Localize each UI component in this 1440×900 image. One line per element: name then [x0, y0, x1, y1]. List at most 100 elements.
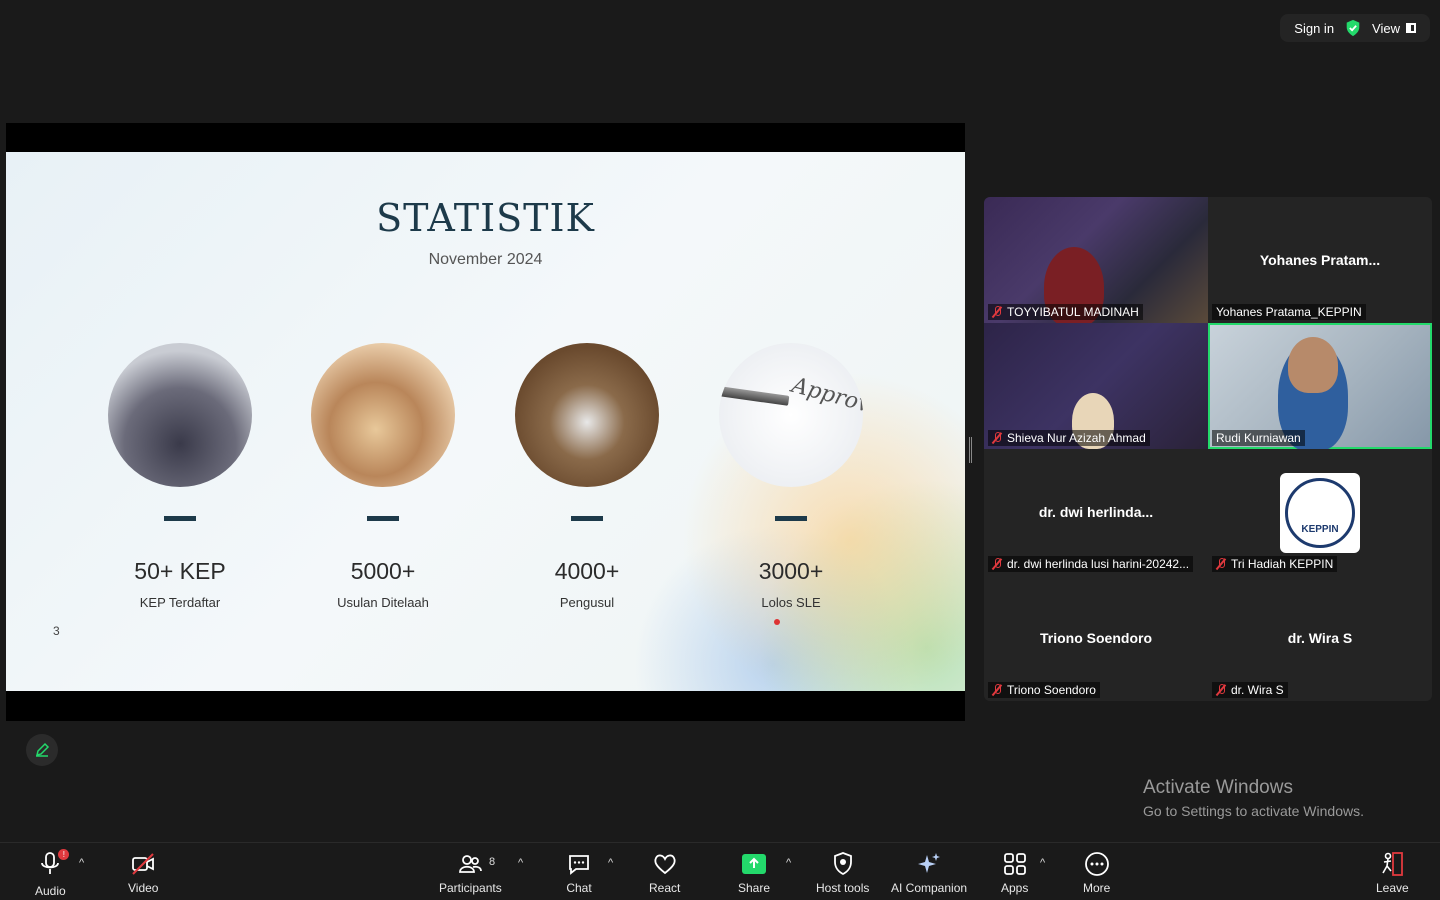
participant-name: TOYYIBATUL MADINAH	[988, 304, 1143, 320]
chat-options-chevron-icon[interactable]: ^	[608, 857, 613, 869]
participant-display-name: Yohanes Pratam...	[1259, 252, 1381, 268]
chat-label: Chat	[566, 881, 592, 895]
host-tools-label: Host tools	[816, 881, 870, 895]
resize-handle[interactable]	[969, 437, 972, 463]
slide-subtitle: November 2024	[428, 251, 543, 268]
participant-display-name: dr. dwi herlinda...	[1038, 504, 1154, 520]
conference-photo	[108, 343, 252, 487]
participant-name: Yohanes Pratama_KEPPIN	[1212, 304, 1366, 320]
react-label: React	[649, 881, 681, 895]
leave-label: Leave	[1376, 881, 1409, 895]
audio-label: Audio	[35, 884, 66, 898]
approve-text: Approv	[789, 373, 863, 418]
mic-muted-icon	[992, 558, 1002, 570]
approve-photo: Approv	[719, 343, 863, 487]
video-tile-active-speaker[interactable]: Rudi Kurniawan	[1208, 323, 1432, 451]
slide-page-number: 3	[53, 624, 60, 638]
participant-count: 8	[489, 856, 496, 868]
stat-label: Pengusul	[559, 595, 615, 610]
chat-button[interactable]: Chat	[566, 851, 592, 895]
participant-display-name: Triono Soendoro	[1040, 630, 1152, 646]
video-tile[interactable]: dr. dwi herlinda... dr. dwi herlinda lus…	[984, 449, 1208, 575]
view-button[interactable]: View	[1372, 21, 1416, 36]
video-button[interactable]: Video	[128, 851, 158, 895]
sign-in-button[interactable]: Sign in	[1294, 21, 1334, 36]
apps-label: Apps	[1001, 881, 1029, 895]
laser-pointer	[774, 619, 780, 625]
slide-title: STATISTIK	[376, 196, 595, 240]
participants-icon	[459, 855, 483, 873]
participants-options-chevron-icon[interactable]: ^	[518, 857, 523, 869]
annotate-button[interactable]	[26, 734, 58, 766]
desk-photo	[515, 343, 659, 487]
shield-check-icon[interactable]	[1344, 19, 1362, 37]
apps-options-chevron-icon[interactable]: ^	[1040, 857, 1045, 869]
participants-button[interactable]: Participants 8	[439, 851, 502, 895]
participant-name: Triono Soendoro	[988, 682, 1100, 698]
participant-name: Rudi Kurniawan	[1212, 430, 1305, 446]
divider	[775, 516, 807, 521]
stat-value: 50+ KEP	[134, 558, 226, 584]
mic-muted-icon	[992, 432, 1002, 444]
video-tile[interactable]: dr. Wira S dr. Wira S	[1208, 575, 1432, 701]
mic-muted-icon	[992, 306, 1002, 318]
participant-name: dr. dwi herlinda lusi harini-20242...	[988, 556, 1194, 572]
sparkle-icon	[918, 853, 941, 873]
more-icon	[1084, 852, 1109, 876]
more-label: More	[1083, 881, 1111, 895]
divider	[571, 516, 603, 521]
stat-value: 3000+	[758, 558, 824, 584]
shared-screen: STATISTIK November 2024 50+ KEP KEP Terd…	[6, 123, 965, 721]
view-layout-icon	[1406, 23, 1416, 33]
share-options-chevron-icon[interactable]: ^	[786, 857, 791, 869]
stat-card: 50+ KEP KEP Terdaftar	[100, 343, 260, 610]
host-tools-shield-icon	[833, 852, 852, 876]
stat-value: 4000+	[554, 558, 620, 584]
participant-face	[1288, 337, 1338, 393]
more-button[interactable]: More	[1083, 851, 1110, 895]
mic-muted-icon	[1216, 558, 1226, 570]
view-label: View	[1372, 20, 1400, 36]
video-tile[interactable]: Shieva Nur Azizah Ahmad	[984, 323, 1208, 449]
audio-button[interactable]: ! Audio	[35, 849, 70, 898]
keppin-logo: KEPPIN	[1280, 473, 1360, 553]
apps-button[interactable]: Apps	[1001, 851, 1028, 895]
host-tools-button[interactable]: Host tools	[816, 851, 869, 895]
stat-label: KEP Terdaftar	[139, 595, 221, 610]
activate-title: Activate Windows	[1143, 777, 1293, 798]
participant-display-name: dr. Wira S	[1287, 630, 1353, 646]
react-button[interactable]: React	[649, 851, 680, 895]
mic-muted-icon	[1216, 684, 1226, 696]
heart-icon	[654, 854, 676, 875]
stat-card: 4000+ Pengusul	[507, 343, 667, 610]
share-button[interactable]: Share	[738, 851, 770, 895]
leave-button[interactable]: Leave	[1376, 851, 1409, 895]
activate-subtitle: Go to Settings to activate Windows.	[1143, 803, 1364, 819]
video-tile[interactable]: Yohanes Pratam... Yohanes Pratama_KEPPIN	[1208, 197, 1432, 323]
video-tile[interactable]: TOYYIBATUL MADINAH	[984, 197, 1208, 327]
divider	[164, 516, 196, 521]
pencil-icon	[35, 742, 50, 757]
divider	[367, 516, 399, 521]
share-screen-icon	[742, 854, 767, 874]
participants-label: Participants	[439, 881, 502, 895]
participant-gallery: TOYYIBATUL MADINAH Yohanes Pratam... Yoh…	[984, 197, 1432, 701]
activate-windows-watermark: Activate Windows Go to Settings to activ…	[1143, 777, 1364, 819]
video-off-icon	[132, 853, 155, 875]
apps-icon	[1003, 853, 1026, 875]
mic-muted-icon	[992, 684, 1002, 696]
top-bar: Sign in View	[1280, 14, 1430, 42]
stat-label: Usulan Ditelaah	[337, 595, 429, 610]
stat-label: Lolos SLE	[761, 595, 821, 610]
laptop-photo	[311, 343, 455, 487]
video-label: Video	[128, 881, 159, 895]
ai-companion-button[interactable]: AI Companion	[891, 851, 967, 895]
participant-name: Shieva Nur Azizah Ahmad	[988, 430, 1150, 446]
participant-name: dr. Wira S	[1212, 682, 1288, 698]
presentation-slide: STATISTIK November 2024 50+ KEP KEP Terd…	[6, 152, 965, 691]
video-tile[interactable]: Triono Soendoro Triono Soendoro	[984, 575, 1208, 701]
audio-options-chevron-icon[interactable]: ^	[79, 857, 84, 869]
pen-icon	[719, 386, 790, 406]
chat-icon	[569, 855, 589, 875]
video-tile[interactable]: KEPPIN Tri Hadiah KEPPIN	[1208, 449, 1432, 575]
